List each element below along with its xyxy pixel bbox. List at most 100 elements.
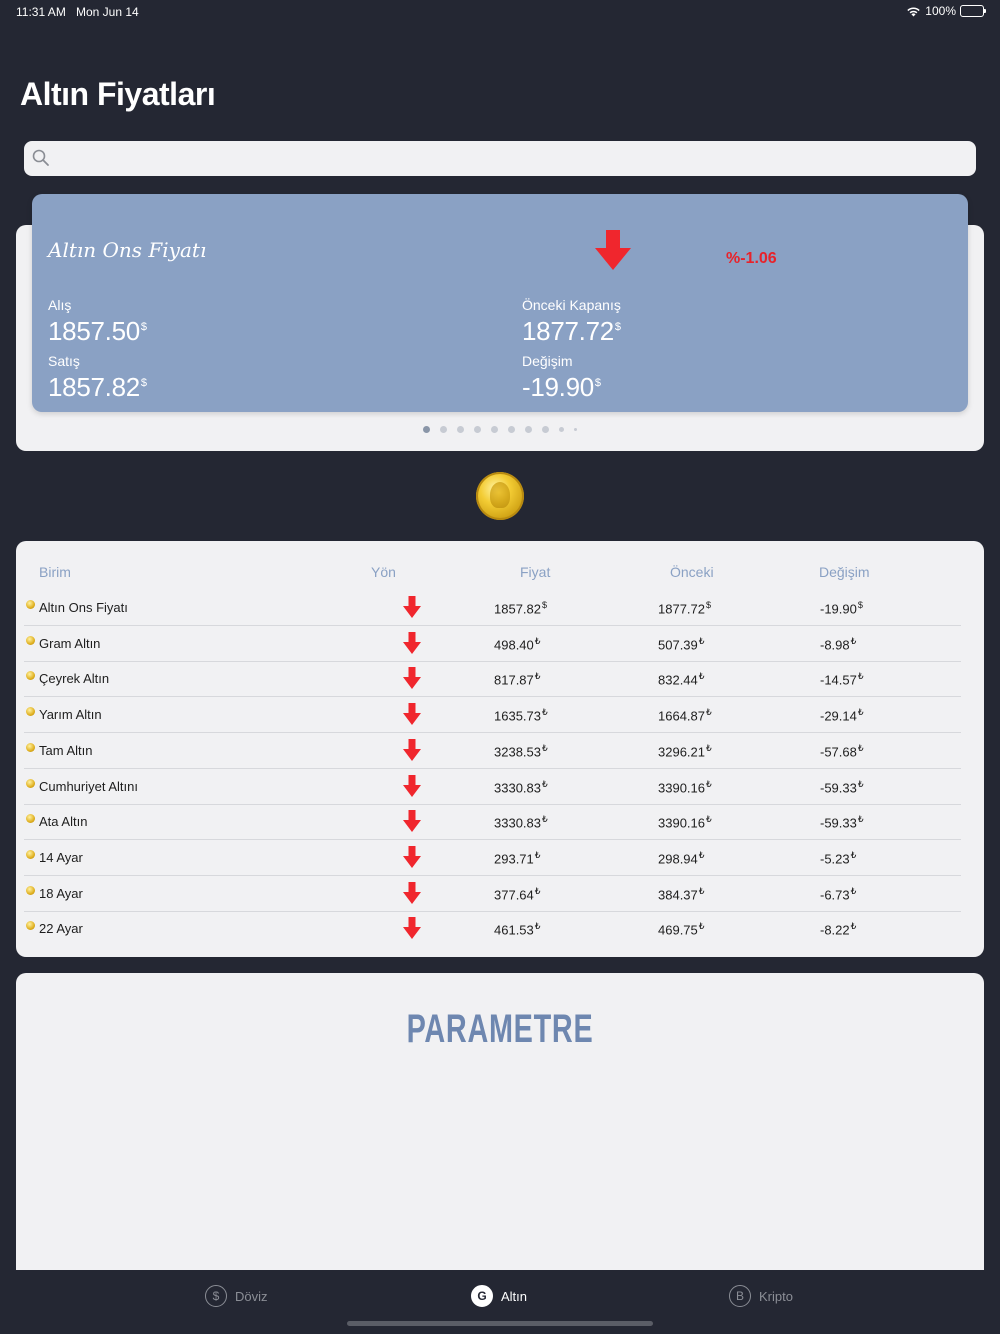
cell-price: 3330.83₺ xyxy=(494,778,548,795)
prev-close-value: 1877.72$ xyxy=(522,316,621,346)
cell-previous: 3296.21₺ xyxy=(658,742,712,760)
cell-price: 461.53₺ xyxy=(494,921,541,938)
table-row[interactable]: 14 Ayar 293.71₺ 298.94₺ -5.23₺ xyxy=(24,840,961,876)
page-dot[interactable] xyxy=(457,426,464,433)
coin-bullet-icon xyxy=(26,707,35,717)
search-bar[interactable] xyxy=(24,141,976,176)
page-dot[interactable] xyxy=(423,426,430,433)
cell-change: -19.90$ xyxy=(820,600,863,617)
cell-previous: 1877.72$ xyxy=(658,600,712,617)
table-row[interactable]: Yarım Altın 1635.73₺ 1664.87₺ -29.14₺ xyxy=(24,697,961,734)
cell-previous: 384.37₺ xyxy=(658,885,705,902)
cell-previous: 3390.16₺ xyxy=(658,778,712,795)
cell-name: Ata Altın xyxy=(39,814,88,830)
search-icon xyxy=(32,149,50,172)
cell-name: 14 Ayar xyxy=(39,849,83,865)
cell-change: -57.68₺ xyxy=(820,742,864,760)
home-indicator[interactable] xyxy=(347,1321,653,1326)
page-dot[interactable] xyxy=(542,426,549,433)
arrow-down-icon xyxy=(403,810,421,837)
cell-price: 498.40₺ xyxy=(494,635,541,653)
arrow-down-icon xyxy=(403,845,421,873)
arrow-down-icon xyxy=(403,738,421,766)
arrow-down-icon xyxy=(403,667,421,694)
card-title: Altın Ons Fiyatı xyxy=(48,238,207,262)
tab-label: Döviz xyxy=(235,1288,268,1304)
cell-name: Çeyrek Altın xyxy=(39,671,110,687)
table-row[interactable]: 22 Ayar 461.53₺ 469.75₺ -8.22₺ xyxy=(24,911,961,947)
change-value: -19.90$ xyxy=(522,372,601,402)
cell-name: Yarım Altın xyxy=(39,707,102,723)
coin-bullet-icon xyxy=(26,885,35,895)
page-dot[interactable] xyxy=(559,427,564,432)
cell-previous: 507.39₺ xyxy=(658,635,705,653)
table-row[interactable]: Çeyrek Altın 817.87₺ 832.44₺ -14.57₺ xyxy=(24,661,961,698)
page-dot[interactable] xyxy=(574,428,577,431)
sponsor-banner[interactable]: PARAMETRE xyxy=(16,973,984,1273)
cell-change: -59.33₺ xyxy=(820,778,864,795)
coin-bullet-icon xyxy=(26,742,35,752)
bitcoin-circle-icon: B xyxy=(729,1285,751,1307)
table-row[interactable]: Cumhuriyet Altını 3330.83₺ 3390.16₺ -59.33₺ xyxy=(24,769,961,805)
status-indicators: 100% xyxy=(906,4,986,18)
page-title: Altın Fiyatları xyxy=(20,76,216,112)
cell-price: 1857.82$ xyxy=(494,600,548,617)
coin-bullet-icon xyxy=(26,814,35,824)
sell-value: 1857.82$ xyxy=(48,372,147,402)
table-row[interactable]: Gram Altın 498.40₺ 507.39₺ -8.98₺ xyxy=(24,626,961,662)
header-price: Fiyat xyxy=(520,564,551,580)
arrow-down-icon xyxy=(403,631,421,659)
page-dot[interactable] xyxy=(440,426,447,433)
page-dot[interactable] xyxy=(491,426,498,433)
gold-price-table: Birim Yön Fiyat Önceki Değişim Altın Ons… xyxy=(16,541,984,957)
status-bar: 11:31 AM Mon Jun 14 100% xyxy=(0,0,1000,24)
arrow-down-icon xyxy=(403,703,421,730)
cell-name: Altın Ons Fiyatı xyxy=(39,600,128,615)
arrow-down-icon xyxy=(403,917,421,944)
cell-previous: 298.94₺ xyxy=(658,849,705,867)
table-row[interactable]: Tam Altın 3238.53₺ 3296.21₺ -57.68₺ xyxy=(24,733,961,769)
arrow-down-icon xyxy=(403,596,421,623)
cell-price: 1635.73₺ xyxy=(494,707,548,724)
cell-change: -6.73₺ xyxy=(820,885,857,902)
search-input[interactable] xyxy=(54,141,964,176)
coin-bullet-icon xyxy=(26,671,35,681)
featured-gold-card[interactable]: Altın Ons Fiyatı %-1.06 Alış 1857.50$ Sa… xyxy=(32,194,968,412)
carousel-page-indicator[interactable] xyxy=(0,426,1000,433)
tab-label: Altın xyxy=(501,1288,528,1304)
page-dot[interactable] xyxy=(525,426,532,433)
arrow-down-icon xyxy=(403,774,421,802)
header-change: Değişim xyxy=(819,564,870,580)
cell-name: Tam Altın xyxy=(39,742,93,758)
header-previous: Önceki xyxy=(670,564,714,580)
tab-altin[interactable]: G Altın xyxy=(471,1285,527,1307)
prev-close-label: Önceki Kapanış xyxy=(522,297,621,313)
gold-coin-icon xyxy=(476,472,524,520)
cell-name: 18 Ayar xyxy=(39,885,83,901)
table-row[interactable]: 18 Ayar 377.64₺ 384.37₺ -6.73₺ xyxy=(24,876,961,912)
cell-change: -14.57₺ xyxy=(820,671,864,688)
cell-previous: 832.44₺ xyxy=(658,671,705,688)
table-row[interactable]: Ata Altın 3330.83₺ 3390.16₺ -59.33₺ xyxy=(24,804,961,841)
cell-change: -8.98₺ xyxy=(820,635,857,653)
gold-circle-icon: G xyxy=(471,1285,493,1307)
buy-value: 1857.50$ xyxy=(48,316,147,346)
cell-price: 817.87₺ xyxy=(494,671,541,688)
tab-kripto[interactable]: B Kripto xyxy=(729,1285,793,1307)
cell-name: Gram Altın xyxy=(39,635,101,651)
table-row[interactable]: Altın Ons Fiyatı 1857.82$ 1877.72$ -19.90$ xyxy=(24,590,961,626)
header-unit: Birim xyxy=(39,564,71,580)
page-dot[interactable] xyxy=(508,426,515,433)
battery-percent: 100% xyxy=(925,4,956,18)
card-change-percent: %-1.06 xyxy=(726,250,777,267)
dollar-circle-icon: $ xyxy=(205,1285,227,1307)
status-time: 11:31 AM xyxy=(16,5,66,19)
cell-change: -8.22₺ xyxy=(820,921,857,938)
cell-price: 293.71₺ xyxy=(494,849,541,867)
parametre-logo: PARAMETRE xyxy=(406,1007,594,1051)
page-dot[interactable] xyxy=(474,426,481,433)
status-date: Mon Jun 14 xyxy=(76,5,139,19)
arrow-down-icon xyxy=(403,881,421,909)
tab-doviz[interactable]: $ Döviz xyxy=(205,1285,268,1307)
cell-name: 22 Ayar xyxy=(39,921,83,937)
